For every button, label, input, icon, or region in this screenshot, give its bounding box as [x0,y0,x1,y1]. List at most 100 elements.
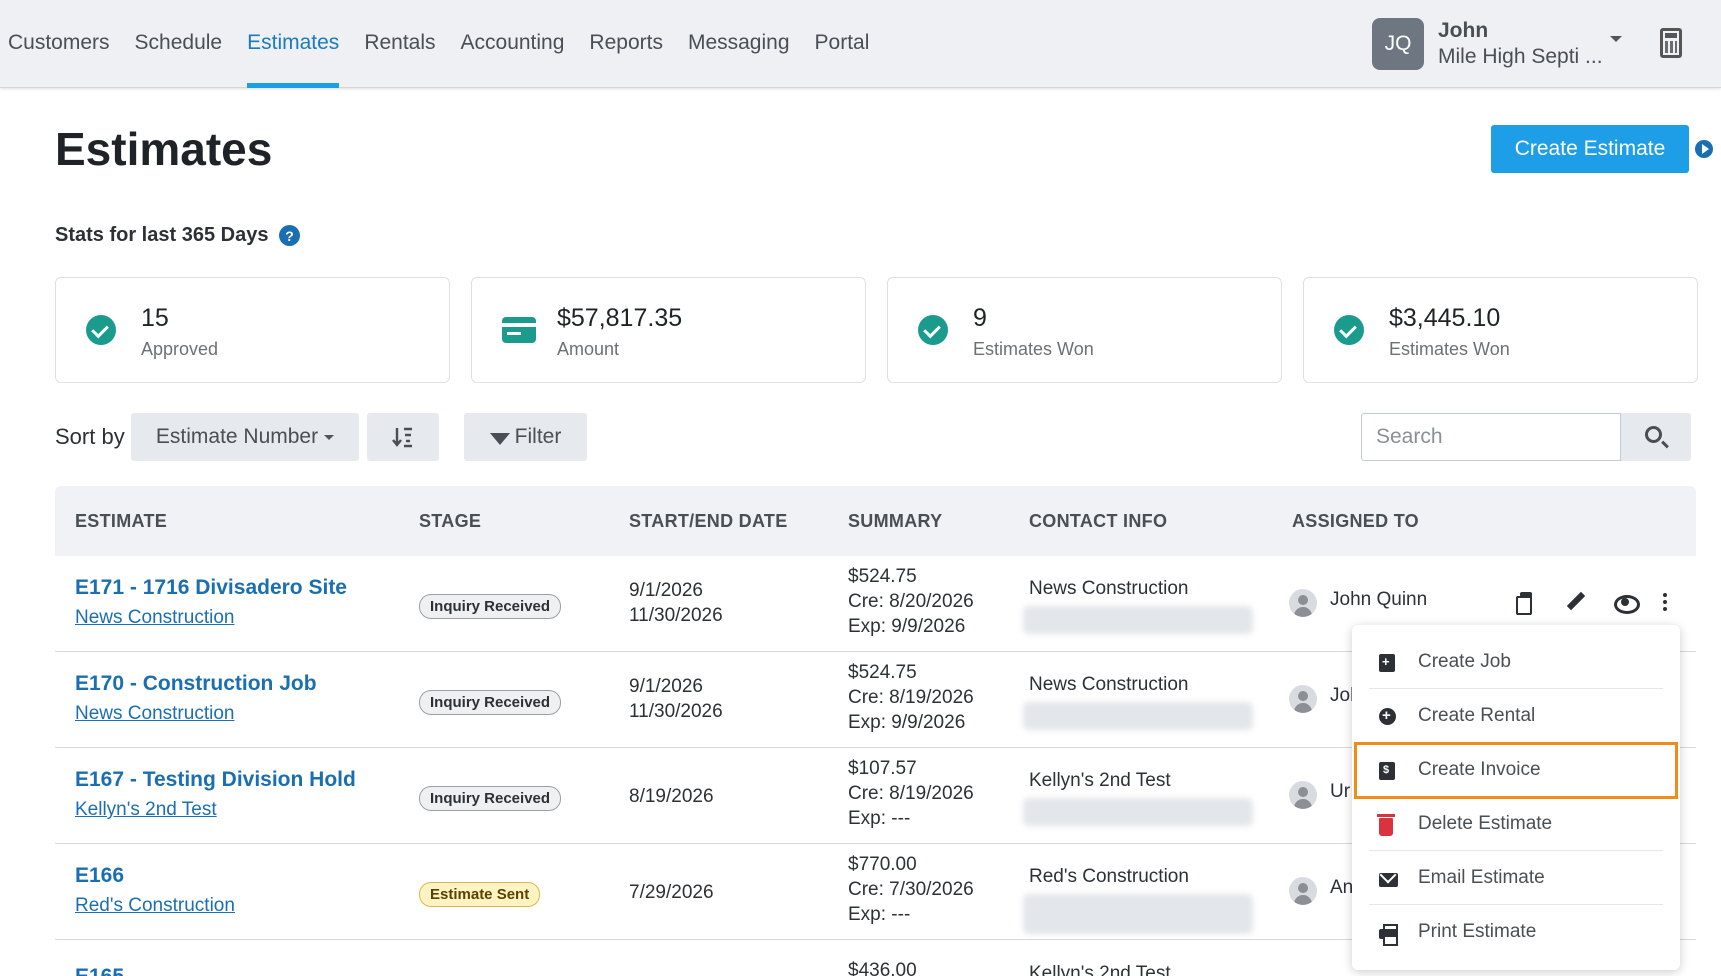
estimate-title-link[interactable]: E165 [75,965,124,976]
date-range: 7/29/2026 [629,880,714,905]
nav-rentals[interactable]: Rentals [364,0,435,88]
date-range: 9/1/2026 11/30/2026 [629,674,723,724]
contact-name: News Construction [1029,674,1189,695]
help-icon[interactable]: ? [279,225,300,246]
stat-card-amount: $57,817.35 Amount [471,277,866,383]
summary-expires: Exp: 9/9/2026 [848,616,966,637]
stat-value: $57,817.35 [557,304,683,332]
stats-label: Stats for last 365 Days [55,224,269,246]
menu-item-label: Create Rental [1418,705,1536,726]
start-date: 7/29/2026 [629,882,714,903]
nav-customers[interactable]: Customers [8,0,110,88]
stat-value: 15 [141,304,169,332]
customer-link[interactable]: News Construction [75,703,234,725]
menu-item-create-job[interactable]: Create Job [1369,637,1663,689]
stat-card-won-amount: $3,445.10 Estimates Won [1303,277,1698,383]
user-menu[interactable]: JQ John Mile High Septi ... [1372,18,1603,70]
contact-name: Kellyn's 2nd Test [1029,963,1171,976]
calculator-icon[interactable] [1660,28,1682,58]
user-icon [1289,877,1317,905]
assignee-name: Ur [1330,781,1351,802]
trash-icon [1377,814,1395,836]
estimate-title-link[interactable]: E166 [75,864,124,888]
row-actions-menu: Create Job Create Rental Create Invoice … [1352,625,1680,970]
column-header-contact: CONTACT INFO [1029,511,1168,531]
file-plus-icon [1379,654,1395,672]
customer-link[interactable]: Red's Construction [75,895,235,917]
menu-item-label: Print Estimate [1418,921,1537,942]
contact-name: Red's Construction [1029,866,1189,887]
nav-accounting[interactable]: Accounting [461,0,565,88]
status-badge: Inquiry Received [419,786,562,811]
search-input[interactable] [1361,413,1621,461]
plus-circle-icon [1379,707,1396,725]
stat-card-won-count: 9 Estimates Won [887,277,1282,383]
nav-messaging[interactable]: Messaging [688,0,790,88]
summary: $524.75 Cre: 8/20/2026 Exp: 9/9/2026 [848,564,974,639]
status-badge: Inquiry Received [419,690,562,715]
customer-link[interactable]: Kellyn's 2nd Test [75,799,217,821]
estimate-title-link[interactable]: E171 - 1716 Divisadero Site [75,576,347,600]
search-icon [1645,426,1662,443]
estimate-title-link[interactable]: E167 - Testing Division Hold [75,768,356,792]
menu-item-email-estimate[interactable]: Email Estimate [1369,853,1663,905]
printer-icon [1379,924,1398,946]
nav-schedule[interactable]: Schedule [135,0,223,88]
eye-icon[interactable] [1614,592,1640,614]
user-name: John [1438,19,1489,42]
sort-direction-button[interactable] [367,413,439,461]
stat-label: Estimates Won [973,339,1094,359]
pencil-icon[interactable] [1565,592,1585,612]
start-date: 9/1/2026 [629,580,703,601]
menu-item-label: Delete Estimate [1418,813,1553,834]
summary: $107.57 Cre: 8/19/2026 Exp: --- [848,756,974,831]
column-header-estimate: ESTIMATE [75,511,168,531]
status-badge: Inquiry Received [419,594,562,619]
summary-created: Cre: 8/19/2026 [848,687,974,708]
sort-label: Sort by [55,424,125,449]
chevron-down-icon[interactable] [1610,36,1622,42]
stat-label: Amount [557,339,620,359]
create-estimate-button[interactable]: Create Estimate [1491,125,1689,173]
end-date: 11/30/2026 [629,701,723,722]
sort-select-value: Estimate Number [155,425,319,448]
nav-estimates[interactable]: Estimates [247,0,340,88]
sort-select[interactable]: Estimate Number [131,413,359,461]
menu-item-delete-estimate[interactable]: Delete Estimate [1369,799,1663,851]
customer-link[interactable]: News Construction [75,607,234,629]
more-options-icon[interactable] [1660,592,1670,612]
stat-value: 9 [973,304,987,332]
search-button[interactable] [1621,413,1691,461]
estimate-title-link[interactable]: E170 - Construction Job [75,672,317,696]
menu-item-create-rental[interactable]: Create Rental [1369,691,1663,743]
filter-label: Filter [514,425,562,448]
stat-value: $3,445.10 [1389,304,1501,332]
nav-portal[interactable]: Portal [815,0,870,88]
play-video-icon[interactable] [1695,140,1713,158]
summary-expires: Exp: --- [848,808,911,829]
redacted-contact-details [1023,702,1253,730]
stat-label: Approved [141,339,219,359]
stat-label: Estimates Won [1389,339,1510,359]
copy-icon[interactable] [1515,592,1535,615]
filter-button[interactable]: Filter [464,413,587,461]
user-info: John Mile High Septi ... [1438,19,1603,69]
redacted-contact-details [1023,606,1253,634]
contact-name: News Construction [1029,578,1189,599]
column-header-summary: SUMMARY [848,511,943,531]
nav-reports[interactable]: Reports [589,0,663,88]
summary: $770.00 Cre: 7/30/2026 Exp: --- [848,852,974,927]
summary-expires: Exp: 9/9/2026 [848,712,966,733]
assignee-name: John Quinn [1330,589,1428,610]
summary: $524.75 Cre: 8/19/2026 Exp: 9/9/2026 [848,660,974,735]
status-badge: Estimate Sent [419,882,541,907]
envelope-icon [1379,873,1398,887]
summary: $436.00 [848,958,917,976]
menu-item-create-invoice[interactable]: Create Invoice [1369,745,1663,797]
summary-amount: $107.57 [848,758,917,779]
assignee-name: An [1330,877,1354,898]
user-icon [1289,685,1317,713]
user-icon [1289,589,1317,617]
menu-item-print-estimate[interactable]: Print Estimate [1369,907,1663,959]
end-date: 11/30/2026 [629,605,723,626]
